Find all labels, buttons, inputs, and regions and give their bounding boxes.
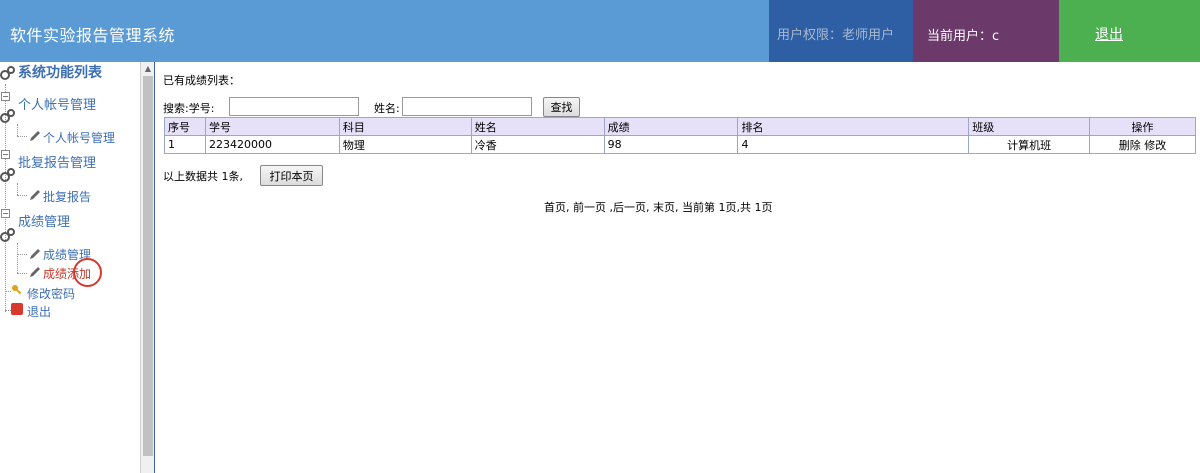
tree-line [17,195,27,196]
pagination[interactable]: 首页, 前一页 ,后一页, 末页, 当前第 1页,共 1页 [544,199,772,215]
sidebar-scrollbar[interactable]: ▲ [140,62,154,473]
collapse-icon[interactable]: − [1,92,10,101]
cell-name: 冷香 [470,135,605,154]
sidebar-item-exit[interactable]: 退出 [27,303,51,320]
column-header: 科目 [338,117,472,136]
tree-line [17,254,27,255]
column-header: 班级 [968,117,1091,136]
column-header: 序号 [164,117,206,136]
app-title: 软件实验报告管理系统 [10,26,176,45]
cell-seq: 1 [164,135,206,154]
current-user-panel: 当前用户：c [913,0,1059,62]
column-header: 姓名 [470,117,605,136]
sidebar-title: 系统功能列表 [18,65,102,81]
pencil-icon [30,249,40,259]
main-content: 已有成绩列表： 搜索:学号: 姓名: 查找 序号 学号 科目 姓名 成绩 排名 … [157,62,1200,473]
score-table: 序号 学号 科目 姓名 成绩 排名 班级 操作 1 223420000 物理 冷… [164,117,1196,154]
pencil-icon [30,131,40,141]
find-button[interactable]: 查找 [543,97,580,117]
logout-panel: 退出 [1059,0,1200,62]
student-name-input[interactable] [402,97,532,116]
logout-link[interactable]: 退出 [1095,24,1123,44]
footer-row: 以上数据共 1条, 打印本页 [163,165,323,186]
delete-link[interactable]: 删除 [1119,139,1141,152]
cell-rank: 4 [737,135,970,154]
scroll-thumb[interactable] [143,76,153,456]
sidebar-group-score[interactable]: 成绩管理 [18,211,70,230]
gears-icon [0,109,15,123]
sidebar: 系统功能列表 − 个人帐号管理 个人帐号管理 − 批复报告管理 批复报告 − 成… [0,62,155,473]
cell-class: 计算机班 [968,135,1091,154]
power-icon [11,303,23,315]
total-count-text: 以上数据共 1条, [163,170,243,183]
column-header: 成绩 [603,117,739,136]
gears-icon [0,66,15,80]
scroll-up-icon[interactable]: ▲ [143,64,153,74]
sidebar-group-account[interactable]: 个人帐号管理 [18,94,96,113]
tree-line [17,183,18,195]
cell-subject: 物理 [338,135,472,154]
gears-icon [0,228,15,242]
cell-score: 98 [603,135,739,154]
pencil-icon [30,190,40,200]
current-user-text: 当前用户：c [927,29,1000,44]
sidebar-item-change-password[interactable]: 修改密码 [27,285,75,302]
cell-student-id: 223420000 [204,135,340,154]
collapse-icon[interactable]: − [1,150,10,159]
key-icon [12,285,22,295]
sidebar-item-reply-report[interactable]: 批复报告 [43,188,91,205]
table-row: 1 223420000 物理 冷香 98 4 计算机班 删除 修改 [164,135,1196,154]
tree-line [17,243,18,273]
sidebar-item-account-manage[interactable]: 个人帐号管理 [43,129,115,146]
highlight-circle [73,258,102,287]
gears-icon [0,168,15,182]
print-button[interactable]: 打印本页 [260,165,323,186]
edit-link[interactable]: 修改 [1144,139,1166,152]
tree-line [17,136,27,137]
permission-text: 用户权限：老师用户 [777,28,895,43]
table-header-row: 序号 学号 科目 姓名 成绩 排名 班级 操作 [164,117,1196,136]
search-name-label: 姓名: [374,102,400,115]
permission-panel: 用户权限：老师用户 [769,0,913,62]
sidebar-group-report[interactable]: 批复报告管理 [18,152,96,171]
column-header: 操作 [1089,117,1196,136]
column-header: 排名 [737,117,970,136]
cell-actions: 删除 修改 [1089,135,1196,154]
tree-line [17,124,18,136]
column-header: 学号 [204,117,340,136]
collapse-icon[interactable]: − [1,209,10,218]
tree-line [17,273,27,274]
section-title: 已有成绩列表： [163,74,240,87]
pencil-icon [30,267,40,277]
student-id-input[interactable] [229,97,359,116]
header-bar: 软件实验报告管理系统 用户权限：老师用户 当前用户：c 退出 [0,0,1200,62]
search-id-label: 搜索:学号: [163,102,215,115]
